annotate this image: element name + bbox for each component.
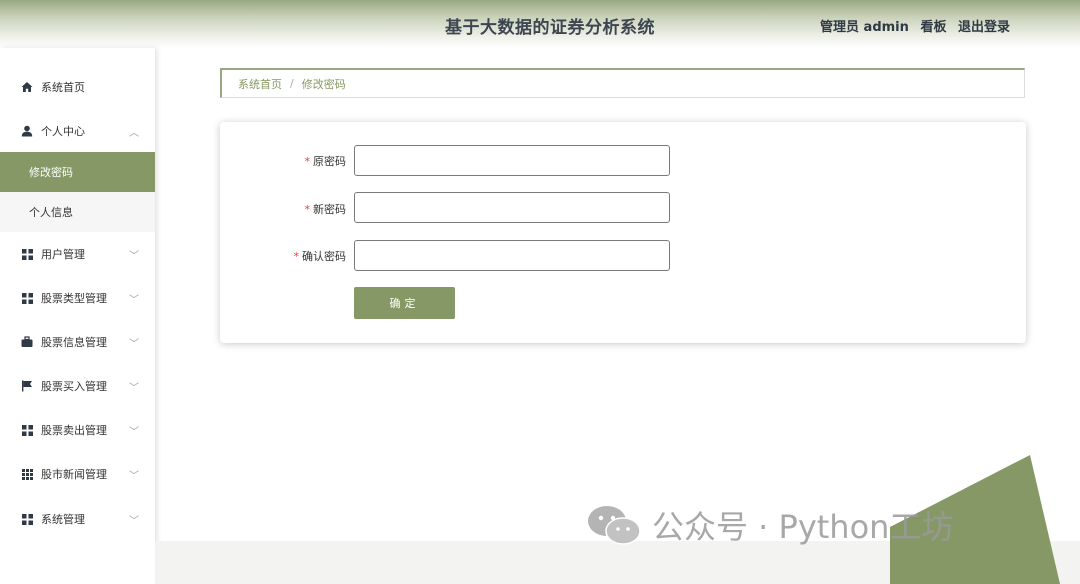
chevron-down-icon: ﹀ (129, 339, 139, 350)
chevron-down-icon: ﹀ (129, 383, 139, 394)
sidebar-item-stock-type-management[interactable]: 股票类型管理 ﹀ (0, 278, 155, 318)
dashboard-link[interactable]: 看板 (920, 20, 946, 35)
sidebar-subitem-label: 个人信息 (29, 206, 73, 219)
logout-link[interactable]: 退出登录 (958, 20, 1010, 35)
sidebar-item-system-management[interactable]: 系统管理 ﹀ (0, 499, 155, 539)
new-password-input[interactable] (354, 192, 670, 223)
sidebar-item-stock-buy-management[interactable]: 股票买入管理 ﹀ (0, 366, 155, 406)
new-password-label: * 新密码 (220, 201, 347, 217)
chevron-down-icon: ﹀ (129, 295, 139, 306)
grid-icon (21, 513, 33, 525)
sidebar: 系统首页 个人中心 ︿ 修改密码 个人信息 用户管理 ﹀ 股票类型管理 ﹀ 股票… (0, 48, 155, 584)
sidebar-item-label: 个人中心 (41, 125, 85, 138)
breadcrumb-separator: / (290, 77, 294, 90)
new-password-label-text: 新密码 (313, 203, 346, 216)
sidebar-item-home[interactable]: 系统首页 (0, 67, 155, 107)
grid-icon (21, 292, 33, 304)
confirm-password-label: * 确认密码 (220, 248, 347, 264)
chevron-down-icon: ﹀ (129, 471, 139, 482)
grid9-icon (21, 468, 33, 480)
change-password-form: * 原密码 * 新密码 * 确认密码 确定 (220, 122, 1026, 343)
sidebar-item-label: 股票买入管理 (41, 380, 107, 393)
required-star: * (304, 203, 311, 216)
chevron-down-icon: ﹀ (129, 251, 139, 262)
briefcase-icon (21, 336, 33, 348)
sidebar-item-label: 股市新闻管理 (41, 468, 107, 481)
sidebar-item-label: 用户管理 (41, 248, 85, 261)
sidebar-subitem-personal-info[interactable]: 个人信息 (0, 192, 155, 232)
sidebar-item-label: 股票信息管理 (41, 336, 107, 349)
old-password-input[interactable] (354, 145, 670, 176)
breadcrumb: 系统首页 / 修改密码 (220, 68, 1025, 98)
sidebar-item-personal-center[interactable]: 个人中心 ︿ (0, 111, 155, 151)
sidebar-item-label: 股票类型管理 (41, 292, 107, 305)
header-user-area: 管理员 admin 看板 退出登录 (813, 16, 1010, 35)
top-header: 基于大数据的证券分析系统 管理员 admin 看板 退出登录 (0, 0, 1080, 48)
required-star: * (293, 250, 300, 263)
old-password-label: * 原密码 (220, 153, 347, 169)
chevron-up-icon: ︿ (129, 128, 139, 139)
sidebar-item-label: 系统首页 (41, 81, 85, 94)
sidebar-item-user-management[interactable]: 用户管理 ﹀ (0, 234, 155, 274)
confirm-password-label-text: 确认密码 (302, 250, 346, 263)
flag-icon (21, 380, 33, 392)
user-icon (21, 125, 33, 137)
chevron-down-icon: ﹀ (129, 516, 139, 527)
sidebar-item-stock-news-management[interactable]: 股市新闻管理 ﹀ (0, 454, 155, 494)
grid-icon (21, 248, 33, 260)
sidebar-subitem-label: 修改密码 (29, 166, 73, 179)
grid-icon (21, 424, 33, 436)
confirm-password-input[interactable] (354, 240, 670, 271)
required-star: * (304, 155, 311, 168)
watermark-text: 公众号 · Python工坊 (652, 508, 954, 546)
breadcrumb-home-link[interactable]: 系统首页 (238, 76, 282, 92)
watermark: 公众号 · Python工坊 (586, 503, 953, 547)
breadcrumb-current: 修改密码 (301, 77, 346, 91)
old-password-label-text: 原密码 (313, 155, 346, 168)
sidebar-item-stock-info-management[interactable]: 股票信息管理 ﹀ (0, 322, 155, 362)
sidebar-item-stock-sell-management[interactable]: 股票卖出管理 ﹀ (0, 410, 155, 450)
home-icon (21, 81, 33, 93)
sidebar-subitem-change-password[interactable]: 修改密码 (0, 152, 155, 192)
admin-user-label: 管理员 admin (820, 20, 909, 35)
confirm-button[interactable]: 确定 (354, 287, 455, 319)
sidebar-item-label: 股票卖出管理 (41, 424, 107, 437)
sidebar-item-label: 系统管理 (41, 513, 85, 526)
wechat-icon (588, 506, 641, 545)
chevron-down-icon: ﹀ (129, 427, 139, 438)
